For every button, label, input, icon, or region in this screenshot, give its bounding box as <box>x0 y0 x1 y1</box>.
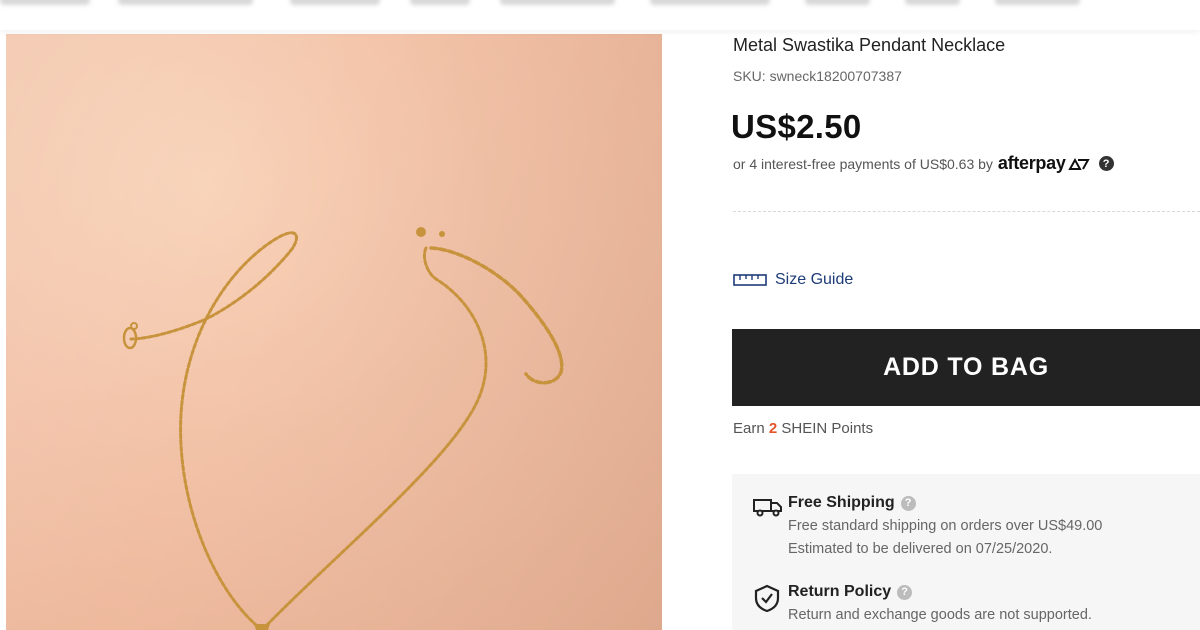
product-image[interactable] <box>6 34 662 630</box>
size-guide-label: Size Guide <box>775 271 854 288</box>
nav-item[interactable] <box>500 0 615 5</box>
delivery-info-panel: Free Shipping ? Free standard shipping o… <box>732 474 1200 630</box>
shein-points: Earn 2 SHEIN Points <box>733 420 873 437</box>
points-count: 2 <box>768 420 778 437</box>
points-prefix: Earn <box>733 420 765 437</box>
nav-item[interactable] <box>410 0 470 5</box>
product-sku: SKU: swneck18200707387 <box>733 68 902 84</box>
return-line-1: Return and exchange goods are not suppor… <box>788 607 1092 623</box>
afterpay-logo[interactable]: afterpay <box>998 153 1090 174</box>
question-circle-icon[interactable]: ? <box>897 584 913 600</box>
nav-item[interactable] <box>905 0 960 5</box>
add-to-bag-button[interactable]: ADD TO BAG <box>732 329 1200 406</box>
return-policy-row: Return Policy ? Return and exchange good… <box>752 583 1092 624</box>
shield-check-icon <box>752 583 788 624</box>
nav-item[interactable] <box>995 0 1080 5</box>
size-guide-link[interactable]: Size Guide <box>733 271 853 289</box>
divider <box>733 211 1200 212</box>
points-suffix: SHEIN Points <box>781 420 874 437</box>
product-price: US$2.50 <box>731 108 862 145</box>
product-title: Metal Swastika Pendant Necklace <box>733 35 1006 55</box>
afterpay-brand-text: afterpay <box>997 153 1066 173</box>
ruler-icon <box>733 274 767 286</box>
nav-item[interactable] <box>650 0 770 5</box>
clasp <box>122 322 138 350</box>
necklace-illustration <box>122 227 564 630</box>
return-title: Return Policy <box>788 583 892 600</box>
free-shipping-row: Free Shipping ? Free standard shipping o… <box>752 494 1102 558</box>
top-navigation <box>0 0 1200 30</box>
truck-icon <box>752 494 788 558</box>
question-circle-icon[interactable]: ? <box>1098 156 1114 171</box>
question-circle-icon[interactable]: ? <box>900 495 916 511</box>
shipping-title: Free Shipping <box>788 494 895 511</box>
nav-item[interactable] <box>0 0 90 5</box>
afterpay-arrows-icon <box>1067 157 1090 170</box>
nav-item[interactable] <box>290 0 380 5</box>
shipping-line-1: Free standard shipping on orders over US… <box>788 518 1103 534</box>
installment-text: or 4 interest-free payments of US$0.63 b… <box>733 155 993 172</box>
installment-info: or 4 interest-free payments of US$0.63 b… <box>733 153 1114 174</box>
nav-item[interactable] <box>805 0 870 5</box>
nav-item[interactable] <box>118 0 253 5</box>
shipping-line-2: Estimated to be delivered on 07/25/2020. <box>788 541 1053 557</box>
